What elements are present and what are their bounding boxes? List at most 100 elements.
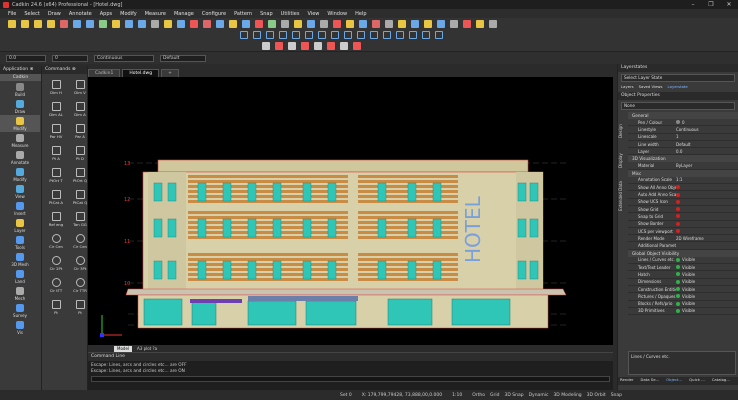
app-item-vis[interactable]: Vis — [0, 319, 40, 336]
minimize-button[interactable]: – — [684, 0, 702, 9]
command-button[interactable]: PtCat A — [45, 188, 67, 210]
property-row[interactable]: UCS per viewport — [628, 228, 738, 236]
toolbar-tool-icon[interactable] — [8, 19, 16, 28]
bottom-tab[interactable]: Quick ... — [687, 377, 705, 385]
property-section-header[interactable]: Misc — [628, 169, 738, 177]
toolbar-tool-icon[interactable] — [138, 19, 146, 28]
maximize-button[interactable]: ❐ — [702, 0, 720, 9]
display-tool-icon[interactable] — [327, 41, 335, 50]
toolbar-tool-icon[interactable] — [86, 19, 94, 28]
property-row[interactable]: Render Mode 2D Wireframe — [628, 235, 738, 243]
menu-utilities[interactable]: Utilities — [281, 11, 300, 17]
layer-dropdown[interactable]: Default — [160, 54, 206, 62]
menu-window[interactable]: Window — [327, 11, 347, 17]
toolbar-tool-icon[interactable] — [21, 19, 29, 28]
property-row[interactable]: Show UCS Icon — [628, 199, 738, 206]
property-row[interactable]: Show Border — [628, 221, 738, 228]
toolbar-tool-icon[interactable] — [411, 19, 419, 28]
app-item-land[interactable]: Land — [0, 268, 40, 285]
menu-annotate[interactable]: Annotate — [69, 11, 92, 17]
toolbar-tool-icon[interactable] — [489, 19, 497, 28]
property-row[interactable]: Annotation Scale 1:1 — [628, 177, 738, 185]
app-item-annotate[interactable]: Annotate — [0, 149, 40, 166]
toolbar-tool-icon[interactable] — [372, 19, 380, 28]
close-button[interactable]: ✕ — [720, 0, 738, 9]
property-row[interactable]: Hatch Visible — [628, 271, 738, 279]
app-item-modify[interactable]: Modify — [0, 166, 40, 183]
toolbar-tool-icon[interactable] — [177, 19, 185, 28]
scale-readout[interactable]: 1:10 — [452, 393, 462, 398]
toolbar-tool-icon[interactable] — [112, 19, 120, 28]
property-row[interactable]: Material ByLayer — [628, 162, 738, 170]
menu-file[interactable]: File — [8, 11, 16, 17]
display-tool-icon[interactable] — [340, 41, 348, 50]
toolbar-tool-icon[interactable] — [151, 19, 159, 28]
snap-tool-icon[interactable] — [357, 30, 365, 39]
menu-manage[interactable]: Manage — [174, 11, 194, 17]
snap-tool-icon[interactable] — [383, 30, 391, 39]
menu-pattern[interactable]: Pattern — [234, 11, 252, 17]
bottom-tab[interactable]: Object... — [664, 377, 682, 385]
tab-cadkin1[interactable]: Cadkin1 — [88, 69, 121, 77]
snap-tool-icon[interactable] — [253, 30, 261, 39]
menu-help[interactable]: Help — [355, 11, 366, 17]
toolbar-tool-icon[interactable] — [294, 19, 302, 28]
property-row[interactable]: Line width Default — [628, 141, 738, 149]
display-tool-icon[interactable] — [353, 41, 361, 50]
display-tool-icon[interactable] — [262, 41, 270, 50]
command-button[interactable]: Pt A — [45, 144, 67, 166]
snap-tool-icon[interactable] — [279, 30, 287, 39]
command-button[interactable]: Cir Cen — [45, 232, 67, 254]
toolbar-tool-icon[interactable] — [307, 19, 315, 28]
app-item-modify[interactable]: Modify — [0, 115, 40, 132]
snap-tool-icon[interactable] — [422, 30, 430, 39]
status-mode-toggle[interactable]: 3D Modeling — [553, 393, 581, 398]
command-button[interactable]: Cir tTT — [45, 276, 67, 298]
toolbar-tool-icon[interactable] — [346, 19, 354, 28]
toolbar-tool-icon[interactable] — [476, 19, 484, 28]
command-button[interactable]: Dim AL — [45, 100, 67, 122]
app-item-view[interactable]: View — [0, 183, 40, 200]
toolbar-tool-icon[interactable] — [463, 19, 471, 28]
property-row[interactable]: Show Grid — [628, 206, 738, 214]
snap-tool-icon[interactable] — [266, 30, 274, 39]
command-button[interactable]: Ref eng — [45, 210, 67, 232]
toolbar-tool-icon[interactable] — [255, 19, 263, 28]
toolbar-tool-icon[interactable] — [216, 19, 224, 28]
command-button[interactable]: PtOrt T — [45, 166, 67, 188]
status-mode-toggle[interactable]: 3D Snap — [504, 393, 523, 398]
app-item-draw[interactable]: Draw — [0, 98, 40, 115]
bottom-tab[interactable]: Data Se... — [639, 377, 660, 385]
status-mode-toggle[interactable]: Ortho — [472, 393, 485, 398]
status-mode-toggle[interactable]: Snap — [611, 393, 622, 398]
toolbar-tool-icon[interactable] — [203, 19, 211, 28]
display-tool-icon[interactable] — [301, 41, 309, 50]
toolbar-tool-icon[interactable] — [281, 19, 289, 28]
property-row[interactable]: Snap to Grid — [628, 213, 738, 221]
toolbar-tool-icon[interactable] — [73, 19, 81, 28]
property-row[interactable]: Linestyle Continuous — [628, 126, 738, 134]
menu-snap[interactable]: Snap — [260, 11, 273, 17]
toolbar-tool-icon[interactable] — [242, 19, 250, 28]
snap-tool-icon[interactable] — [409, 30, 417, 39]
side-tab-display[interactable]: Display — [618, 146, 623, 176]
property-section-header[interactable]: 3D Visualization — [628, 155, 738, 163]
toolbar-tool-icon[interactable] — [450, 19, 458, 28]
app-item-insert[interactable]: Insert — [0, 200, 40, 217]
command-button[interactable]: Cir 2Pt — [45, 254, 67, 276]
status-mode-toggle[interactable]: Grid — [490, 393, 499, 398]
toolbar-tool-icon[interactable] — [385, 19, 393, 28]
snap-tool-icon[interactable] — [318, 30, 326, 39]
command-button[interactable]: Par HV — [45, 122, 67, 144]
snap-tool-icon[interactable] — [305, 30, 313, 39]
toolbar-tool-icon[interactable] — [34, 19, 42, 28]
menu-configure[interactable]: Configure — [202, 11, 226, 17]
toolbar-tool-icon[interactable] — [60, 19, 68, 28]
bottom-tab[interactable]: Render — [618, 377, 634, 385]
object-selector[interactable]: None — [621, 102, 735, 110]
toolbar-tool-icon[interactable] — [99, 19, 107, 28]
menu-apps[interactable]: Apps — [100, 11, 112, 17]
command-input[interactable] — [91, 376, 610, 382]
toolbar-tool-icon[interactable] — [125, 19, 133, 28]
toolbar-tool-icon[interactable] — [424, 19, 432, 28]
